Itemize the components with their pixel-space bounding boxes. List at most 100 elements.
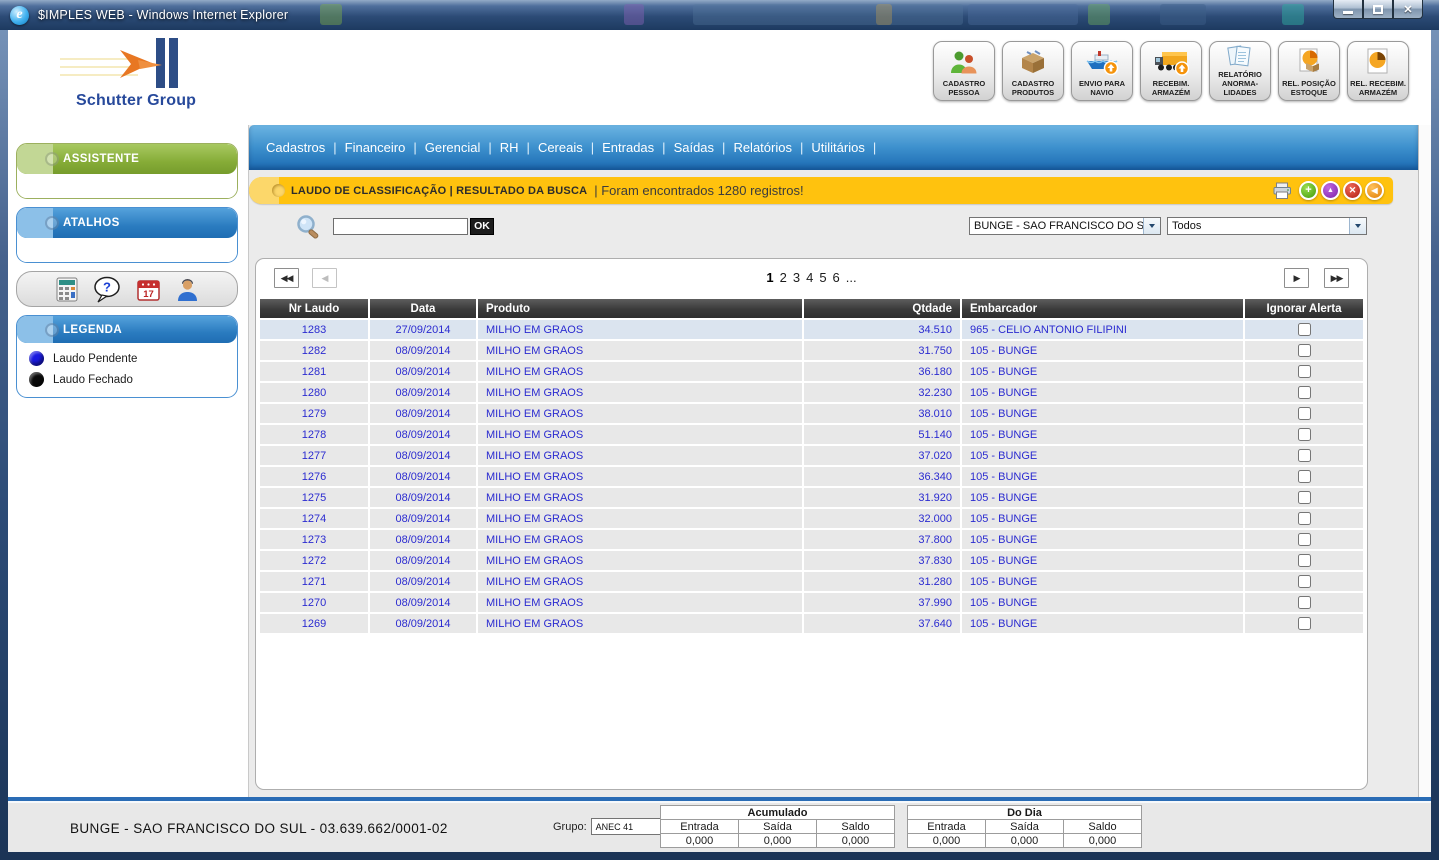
ignorar-alerta-checkbox[interactable] — [1298, 428, 1311, 441]
table-row[interactable]: 1278 08/09/2014 MILHO EM GRAOS 51.140 10… — [260, 425, 1363, 444]
totals-value-saida: 0,000 — [739, 834, 817, 848]
table-row[interactable]: 1281 08/09/2014 MILHO EM GRAOS 36.180 10… — [260, 362, 1363, 381]
ignorar-alerta-checkbox[interactable] — [1298, 512, 1311, 525]
search-input[interactable] — [333, 218, 468, 235]
menu-item[interactable]: Financeiro — [345, 140, 425, 155]
calendar-icon[interactable]: 17 — [136, 277, 161, 302]
close-button[interactable]: ✕ — [1393, 0, 1423, 19]
produto-cell: MILHO EM GRAOS — [478, 509, 802, 528]
column-header[interactable]: Nr Laudo — [260, 299, 368, 318]
table-row[interactable]: 1269 08/09/2014 MILHO EM GRAOS 37.640 10… — [260, 614, 1363, 633]
table-row[interactable]: 1279 08/09/2014 MILHO EM GRAOS 38.010 10… — [260, 404, 1363, 423]
qtdade-cell: 36.340 — [804, 467, 960, 486]
back-button[interactable]: ◀ — [1365, 181, 1384, 200]
table-row[interactable]: 1280 08/09/2014 MILHO EM GRAOS 32.230 10… — [260, 383, 1363, 402]
toolbar-button-cadastro-produtos[interactable]: CADASTRO PRODUTOS — [1002, 41, 1064, 101]
minimize-button[interactable] — [1333, 0, 1363, 19]
toolbar-button-rel-posicao-estoque[interactable]: REL. POSIÇÃO ESTOQUE — [1278, 41, 1340, 101]
produto-cell: MILHO EM GRAOS — [478, 362, 802, 381]
user-icon[interactable] — [176, 277, 199, 302]
toolbar-button-cadastro-pessoa[interactable]: CADASTRO PESSOA — [933, 41, 995, 101]
page-number[interactable]: 4 — [806, 270, 813, 285]
svg-text:?: ? — [103, 279, 111, 294]
produto-cell: MILHO EM GRAOS — [478, 467, 802, 486]
column-header[interactable]: Data — [370, 299, 476, 318]
page-number[interactable]: 3 — [793, 270, 800, 285]
menu-item[interactable]: Cereais — [538, 140, 602, 155]
page-number[interactable]: 1 — [766, 270, 773, 285]
page-number[interactable]: ... — [846, 270, 857, 285]
ignorar-alerta-checkbox[interactable] — [1298, 470, 1311, 483]
last-page-button[interactable]: ▶▶ — [1324, 268, 1349, 288]
data-cell: 08/09/2014 — [370, 509, 476, 528]
ignorar-alerta-checkbox[interactable] — [1298, 386, 1311, 399]
column-header[interactable]: Ignorar Alerta — [1245, 299, 1363, 318]
assistente-header[interactable]: ASSISTENTE — [17, 144, 237, 174]
table-row[interactable]: 1272 08/09/2014 MILHO EM GRAOS 37.830 10… — [260, 551, 1363, 570]
table-row[interactable]: 1271 08/09/2014 MILHO EM GRAOS 31.280 10… — [260, 572, 1363, 591]
totals-value-saida: 0,000 — [986, 834, 1064, 848]
menu-item[interactable]: Saídas — [674, 140, 734, 155]
menu-item[interactable]: Cadastros — [266, 140, 345, 155]
panel-cap-icon — [17, 316, 53, 343]
table-row[interactable]: 1282 08/09/2014 MILHO EM GRAOS 31.750 10… — [260, 341, 1363, 360]
ignorar-alerta-checkbox[interactable] — [1298, 596, 1311, 609]
status-footer: BUNGE - SAO FRANCISCO DO SUL - 03.639.66… — [8, 797, 1431, 852]
ignorar-alerta-checkbox[interactable] — [1298, 554, 1311, 567]
table-row[interactable]: 1270 08/09/2014 MILHO EM GRAOS 37.990 10… — [260, 593, 1363, 612]
next-page-button[interactable]: ▶ — [1284, 268, 1309, 288]
ignorar-alerta-checkbox[interactable] — [1298, 617, 1311, 630]
ignorar-alerta-checkbox[interactable] — [1298, 344, 1311, 357]
help-icon[interactable]: ? — [93, 276, 121, 303]
status-select[interactable]: Todos — [1167, 217, 1367, 235]
filial-select[interactable]: BUNGE - SAO FRANCISCO DO SI — [969, 217, 1161, 235]
ignorar-alerta-checkbox[interactable] — [1298, 449, 1311, 462]
table-row[interactable]: 1283 27/09/2014 MILHO EM GRAOS 34.510 96… — [260, 320, 1363, 339]
add-record-button[interactable]: + — [1299, 181, 1318, 200]
table-row[interactable]: 1274 08/09/2014 MILHO EM GRAOS 32.000 10… — [260, 509, 1363, 528]
qtdade-cell: 38.010 — [804, 404, 960, 423]
print-icon[interactable] — [1272, 182, 1293, 200]
toolbar-button-rel-recebim-armazem[interactable]: REL. RECEBIM. ARMAZÉM — [1347, 41, 1409, 101]
menu-item[interactable]: Utilitários — [811, 140, 884, 155]
scroll-top-button[interactable]: ▲ — [1321, 181, 1340, 200]
toolbar-button-envio-para-navio[interactable]: ENVIO PARA NAVIO — [1071, 41, 1133, 101]
menu-item[interactable]: Gerencial — [425, 140, 500, 155]
atalhos-header[interactable]: ATALHOS — [17, 208, 237, 238]
toolbar-button-recebim-armazem[interactable]: RECEBIM. ARMAZÉM — [1140, 41, 1202, 101]
nr-laudo-cell: 1272 — [260, 551, 368, 570]
column-header[interactable]: Qtdade — [804, 299, 960, 318]
ignorar-alerta-checkbox[interactable] — [1298, 533, 1311, 546]
menu-item[interactable]: Relatórios — [733, 140, 811, 155]
table-row[interactable]: 1277 08/09/2014 MILHO EM GRAOS 37.020 10… — [260, 446, 1363, 465]
column-header[interactable]: Produto — [478, 299, 802, 318]
search-ok-button[interactable]: OK — [470, 218, 494, 235]
totals-value-entrada: 0,000 — [661, 834, 739, 848]
toolbar-button-relatorio-anormalidades[interactable]: RELATÓRIO ANORMA- LIDADES — [1209, 41, 1271, 101]
data-cell: 08/09/2014 — [370, 341, 476, 360]
menu-item[interactable]: Entradas — [602, 140, 673, 155]
ignorar-alerta-checkbox[interactable] — [1298, 407, 1311, 420]
ignorar-alerta-checkbox[interactable] — [1298, 365, 1311, 378]
menu-item[interactable]: RH — [500, 140, 538, 155]
calculator-icon[interactable] — [56, 277, 78, 302]
table-row[interactable]: 1275 08/09/2014 MILHO EM GRAOS 31.920 10… — [260, 488, 1363, 507]
ignorar-alerta-checkbox[interactable] — [1298, 491, 1311, 504]
ignorar-alerta-checkbox[interactable] — [1298, 575, 1311, 588]
produto-cell: MILHO EM GRAOS — [478, 614, 802, 633]
table-row[interactable]: 1276 08/09/2014 MILHO EM GRAOS 36.340 10… — [260, 467, 1363, 486]
page-number[interactable]: 2 — [780, 270, 787, 285]
qtdade-cell: 37.830 — [804, 551, 960, 570]
restore-button[interactable] — [1363, 0, 1393, 19]
pagination-row: ◀◀ ◀ 123456... ▶ ▶▶ — [258, 259, 1365, 297]
qtdade-cell: 37.990 — [804, 593, 960, 612]
column-header[interactable]: Embarcador — [962, 299, 1243, 318]
page-number[interactable]: 6 — [833, 270, 840, 285]
cancel-button[interactable]: ✕ — [1343, 181, 1362, 200]
nr-laudo-cell: 1275 — [260, 488, 368, 507]
search-icon[interactable] — [295, 214, 322, 246]
table-row[interactable]: 1273 08/09/2014 MILHO EM GRAOS 37.800 10… — [260, 530, 1363, 549]
page-number[interactable]: 5 — [819, 270, 826, 285]
ignorar-alerta-checkbox[interactable] — [1298, 323, 1311, 336]
legenda-header[interactable]: LEGENDA — [17, 316, 237, 343]
